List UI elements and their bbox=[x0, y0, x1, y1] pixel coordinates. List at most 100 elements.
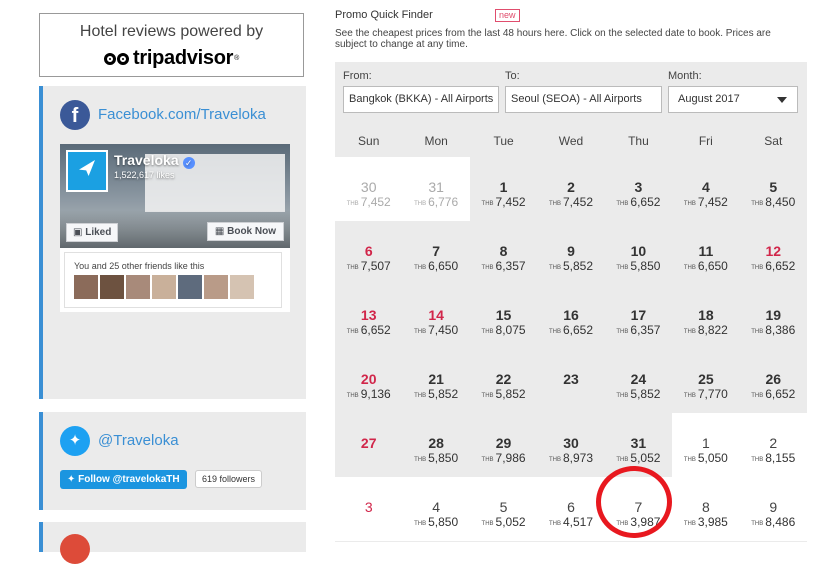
calendar-day-cell[interactable]: 1 THB 7,452 bbox=[470, 157, 537, 221]
day-price: THB 8,486 bbox=[740, 515, 807, 529]
day-number: 11 bbox=[698, 243, 714, 259]
day-number: 31 bbox=[428, 179, 444, 195]
price-value: 7,507 bbox=[360, 259, 391, 273]
calendar-day-cell[interactable]: 20 THB 9,136 bbox=[335, 349, 402, 413]
calendar-day-cell[interactable]: 4 THB 7,452 bbox=[672, 157, 739, 221]
calendar-day-cell[interactable]: 22 THB 5,852 bbox=[470, 349, 537, 413]
facebook-page-name[interactable]: Traveloka ✓ bbox=[114, 152, 195, 169]
calendar-day-cell[interactable]: 31 THB 5,052 bbox=[605, 413, 672, 477]
day-price: THB 7,452 bbox=[672, 195, 739, 209]
friend-avatar[interactable] bbox=[204, 275, 228, 299]
calendar-day-cell[interactable]: 27 bbox=[335, 413, 402, 477]
to-select[interactable]: Seoul (SEOA) - All Airports bbox=[505, 86, 662, 113]
calendar-day-cell[interactable]: 29 THB 7,986 bbox=[470, 413, 537, 477]
currency-label: THB bbox=[683, 393, 696, 399]
day-number: 31 bbox=[630, 435, 647, 451]
promo-finder-description: See the cheapest prices from the last 48… bbox=[335, 28, 771, 50]
calendar-day-cell[interactable]: 24 THB 5,852 bbox=[605, 349, 672, 413]
calendar-day-cell[interactable]: 6 THB 4,517 bbox=[537, 477, 605, 541]
day-number: 20 bbox=[360, 371, 377, 387]
liked-button[interactable]: ▣ Liked bbox=[66, 223, 119, 242]
calendar-day-cell[interactable]: 18 THB 8,822 bbox=[672, 285, 739, 349]
book-now-button[interactable]: ▦ Book Now bbox=[206, 222, 284, 241]
friend-avatar[interactable] bbox=[100, 275, 124, 299]
price-value: 6,652 bbox=[630, 195, 661, 209]
currency-label: THB bbox=[616, 329, 629, 335]
currency-label: THB bbox=[548, 521, 561, 527]
calendar-day-cell[interactable]: 11 THB 6,650 bbox=[672, 221, 739, 285]
calendar-day-cell[interactable]: 7 THB 6,650 bbox=[402, 221, 469, 285]
day-price: THB 5,850 bbox=[402, 515, 469, 529]
calendar-day-cell[interactable]: 5 THB 8,450 bbox=[740, 157, 807, 221]
currency-label: THB bbox=[346, 329, 359, 335]
friend-avatar[interactable] bbox=[126, 275, 150, 299]
tripadvisor-box[interactable]: Hotel reviews powered by tripadvisor ® bbox=[39, 13, 304, 77]
calendar-day-cell[interactable]: 25 THB 7,770 bbox=[672, 349, 739, 413]
day-price: THB 6,650 bbox=[672, 259, 739, 273]
calendar-day-cell[interactable]: 7 THB 3,987 bbox=[604, 477, 673, 541]
calendar-day-cell[interactable]: 9 THB 8,486 bbox=[739, 477, 807, 541]
day-number: 28 bbox=[428, 435, 444, 451]
calendar-day-cell[interactable]: 26 THB 6,652 bbox=[740, 349, 807, 413]
twitter-followers-count[interactable]: 619 followers bbox=[195, 470, 263, 488]
twitter-bird-icon[interactable]: ✦ bbox=[60, 426, 90, 456]
calendar-day-cell[interactable]: 16 THB 6,652 bbox=[537, 285, 604, 349]
promo-calendar: From: Bangkok (BKKA) - All Airports To: … bbox=[335, 62, 807, 542]
friend-avatar[interactable] bbox=[230, 275, 254, 299]
facebook-icon[interactable]: f bbox=[60, 100, 90, 130]
currency-label: THB bbox=[683, 329, 696, 335]
twitter-panel: ✦ @Traveloka ✦ Follow @travelokaTH 619 f… bbox=[39, 412, 306, 510]
month-select[interactable]: August 2017 bbox=[668, 86, 798, 113]
day-number: 30 bbox=[563, 435, 579, 451]
calendar-day-cell[interactable]: 31 THB 6,776 bbox=[402, 157, 470, 221]
calendar-day-cell[interactable]: 4 THB 5,850 bbox=[402, 477, 470, 541]
calendar-day-cell[interactable]: 3 bbox=[335, 477, 403, 541]
calendar-day-cell[interactable]: 23 bbox=[537, 349, 604, 413]
day-number: 7 bbox=[432, 243, 441, 259]
calendar-day-cell[interactable]: 9 THB 5,852 bbox=[537, 221, 604, 285]
day-number: 1 bbox=[499, 179, 508, 195]
calendar-day-cell[interactable]: 28 THB 5,850 bbox=[402, 413, 469, 477]
calendar-day-cell[interactable]: 8 THB 3,985 bbox=[672, 477, 740, 541]
price-value: 5,050 bbox=[697, 451, 728, 465]
day-price: THB 8,450 bbox=[740, 195, 807, 209]
facebook-like-count: 1,522,617 likes bbox=[114, 170, 175, 180]
calendar-day-cell[interactable]: 19 THB 8,386 bbox=[740, 285, 807, 349]
calendar-day-cell[interactable]: 8 THB 6,357 bbox=[470, 221, 537, 285]
calendar-day-cell[interactable]: 12 THB 6,652 bbox=[740, 221, 807, 285]
day-price: THB 8,386 bbox=[740, 323, 807, 337]
calendar-day-cell[interactable]: 1 THB 5,050 bbox=[672, 413, 740, 477]
calendar-day-cell[interactable]: 17 THB 6,357 bbox=[605, 285, 672, 349]
day-price: THB 7,452 bbox=[537, 195, 604, 209]
friend-avatar[interactable] bbox=[74, 275, 98, 299]
friend-avatar[interactable] bbox=[178, 275, 202, 299]
friend-avatar[interactable] bbox=[152, 275, 176, 299]
currency-label: THB bbox=[751, 521, 764, 527]
facebook-link[interactable]: Facebook.com/Traveloka bbox=[98, 106, 266, 123]
calendar-day-cell[interactable]: 6 THB 7,507 bbox=[335, 221, 402, 285]
currency-label: THB bbox=[481, 457, 494, 463]
day-number: 26 bbox=[765, 371, 782, 387]
from-select[interactable]: Bangkok (BKKA) - All Airports bbox=[343, 86, 499, 113]
social-panel-partial bbox=[39, 522, 306, 564]
calendar-day-cell[interactable]: 30 THB 8,973 bbox=[537, 413, 604, 477]
calendar-day-cell[interactable]: 5 THB 5,052 bbox=[469, 477, 538, 541]
calendar-day-cell[interactable]: 21 THB 5,852 bbox=[402, 349, 469, 413]
day-number: 4 bbox=[432, 499, 441, 515]
calendar-day-cell[interactable]: 10 THB 5,850 bbox=[605, 221, 672, 285]
calendar-day-cell[interactable]: 15 THB 8,075 bbox=[470, 285, 537, 349]
traveloka-avatar[interactable] bbox=[66, 150, 108, 192]
calendar-day-cell[interactable]: 13 THB 6,652 bbox=[335, 285, 402, 349]
calendar-day-cell[interactable]: 14 THB 7,450 bbox=[402, 285, 469, 349]
facebook-page-widget[interactable]: Traveloka ✓ 1,522,617 likes ▣ Liked ▦ Boo… bbox=[60, 144, 290, 312]
calendar-day-cell[interactable]: 3 THB 6,652 bbox=[605, 157, 672, 221]
calendar-day-cell[interactable]: 30 THB 7,452 bbox=[335, 157, 403, 221]
calendar-day-cell[interactable]: 2 THB 7,452 bbox=[537, 157, 604, 221]
twitter-link[interactable]: @Traveloka bbox=[98, 432, 179, 449]
price-value: 6,650 bbox=[697, 259, 728, 273]
price-value: 5,052 bbox=[495, 515, 526, 529]
calendar-day-cell[interactable]: 2 THB 8,155 bbox=[739, 413, 807, 477]
currency-label: THB bbox=[346, 393, 359, 399]
day-number: 19 bbox=[765, 307, 782, 323]
twitter-follow-button[interactable]: ✦ Follow @travelokaTH bbox=[60, 470, 187, 489]
